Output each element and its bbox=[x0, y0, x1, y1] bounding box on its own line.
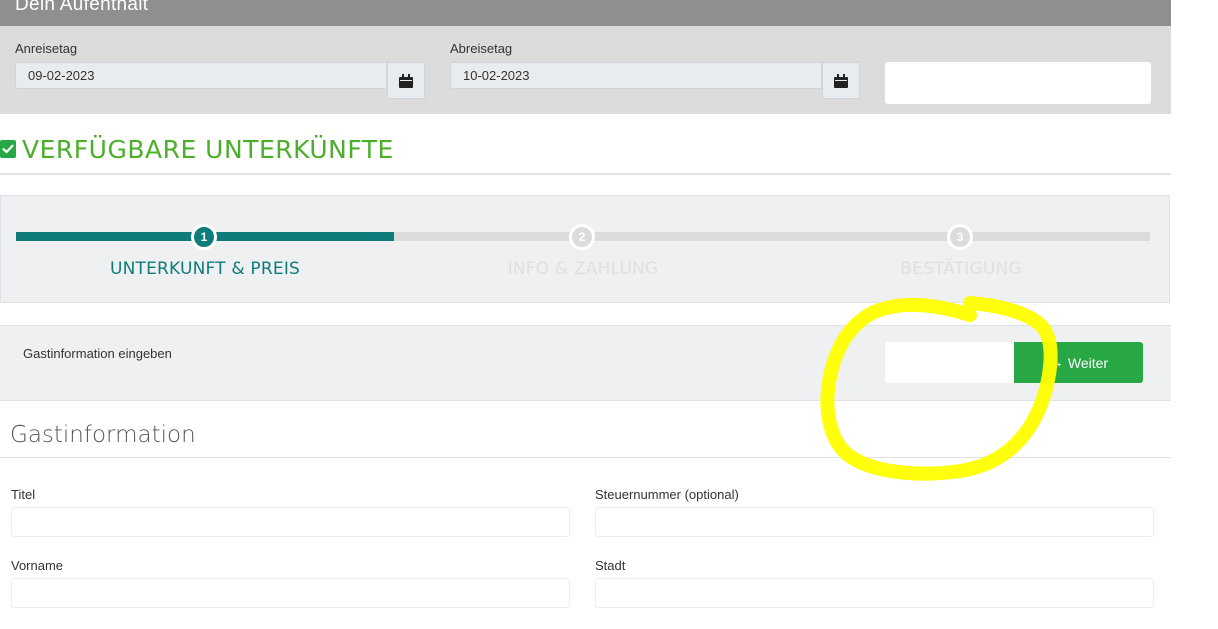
step-2-dot[interactable]: 2 bbox=[569, 224, 595, 250]
section-divider bbox=[0, 173, 1171, 175]
first-name-field-label: Vorname bbox=[11, 558, 64, 573]
next-button-label: Weiter bbox=[1067, 354, 1109, 371]
step-1-dot[interactable]: 1 bbox=[191, 224, 217, 250]
arrival-label: Anreisetag bbox=[15, 41, 78, 56]
guest-bar-text: Gastinformation eingeben bbox=[23, 346, 172, 361]
arrow-right-icon: → bbox=[1048, 354, 1064, 371]
guest-info-title: Gastinformation bbox=[10, 422, 196, 448]
stay-action-box[interactable] bbox=[885, 62, 1151, 104]
step-3-dot[interactable]: 3 bbox=[947, 224, 973, 250]
departure-calendar-button[interactable] bbox=[822, 62, 860, 99]
step-3-label[interactable]: BESTÄTIGUNG bbox=[811, 259, 1111, 279]
departure-date-input[interactable]: 10-02-2023 bbox=[450, 62, 822, 89]
calendar-icon bbox=[399, 73, 413, 88]
arrival-calendar-button[interactable] bbox=[387, 62, 425, 99]
title-field[interactable] bbox=[11, 507, 570, 537]
check-icon bbox=[0, 140, 16, 158]
guest-info-divider bbox=[0, 457, 1171, 458]
departure-label: Abreisetag bbox=[450, 41, 513, 56]
tax-number-field[interactable] bbox=[595, 507, 1154, 537]
first-name-field[interactable] bbox=[11, 578, 570, 608]
step-1-label[interactable]: UNTERKUNFT & PREIS bbox=[55, 259, 355, 279]
tax-number-field-label: Steuernummer (optional) bbox=[595, 487, 739, 502]
title-field-label: Titel bbox=[11, 487, 36, 502]
city-field[interactable] bbox=[595, 578, 1154, 608]
stay-header bbox=[0, 0, 1171, 26]
next-button[interactable]: → Weiter bbox=[1014, 342, 1143, 383]
step-2-label[interactable]: INFO & ZAHLUNG bbox=[433, 259, 733, 279]
stay-title: Dein Aufenthalt bbox=[15, 0, 149, 15]
arrival-date-input[interactable]: 09-02-2023 bbox=[15, 62, 387, 89]
section-title: VERFÜGBARE UNTERKÜNFTE bbox=[22, 135, 394, 164]
city-field-label: Stadt bbox=[595, 558, 626, 573]
guest-bar-slot bbox=[885, 342, 1015, 383]
calendar-icon bbox=[834, 73, 848, 88]
